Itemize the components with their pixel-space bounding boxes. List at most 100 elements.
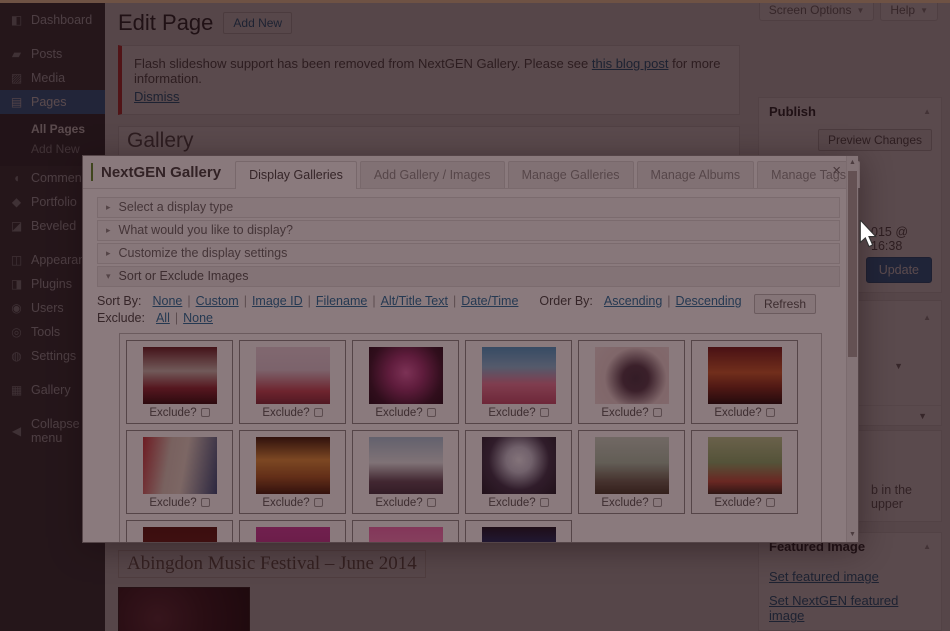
separator: | [453, 294, 456, 308]
separator: | [175, 311, 178, 325]
gallery-image-thumbnail [482, 347, 556, 404]
exclude-label: Exclude: [97, 311, 145, 325]
image-cell: Exclude? [352, 520, 459, 542]
sort-by-filename[interactable]: Filename [316, 294, 367, 308]
modal-tabs: Display GalleriesAdd Gallery / ImagesMan… [235, 160, 860, 188]
image-cell: Exclude? [578, 340, 685, 424]
tab-add-gallery-images[interactable]: Add Gallery / Images [360, 161, 505, 188]
gallery-image-thumbnail [256, 347, 330, 404]
exclude-checkbox[interactable] [653, 498, 662, 507]
image-cell: Exclude? [578, 430, 685, 514]
image-cell: Exclude? [691, 340, 798, 424]
accordion-sort-or-exclude-images[interactable]: ▾Sort or Exclude Images [97, 266, 840, 287]
exclude-question-label: Exclude? [375, 497, 422, 509]
separator: | [244, 294, 247, 308]
exclude-checkbox[interactable] [201, 498, 210, 507]
accordion: ▸ Select a display type ▸ What would you li… [97, 197, 840, 287]
exclude-checkbox[interactable] [201, 408, 210, 417]
tab-display-galleries[interactable]: Display Galleries [235, 161, 357, 189]
exclude-question-label: Exclude? [714, 497, 761, 509]
sort-by-date-time[interactable]: Date/Time [461, 294, 518, 308]
exclude-all[interactable]: All [156, 311, 170, 325]
image-cell: Exclude? [239, 340, 346, 424]
caret-right-icon: ▸ [106, 198, 111, 217]
gallery-image-thumbnail [256, 527, 330, 542]
modal-scrollbar: ▲ ▼ [846, 156, 858, 542]
tab-manage-tags[interactable]: Manage Tags [757, 161, 860, 188]
separator: | [187, 294, 190, 308]
accordion-select-a-display-type[interactable]: ▸ Select a display type [97, 197, 840, 218]
accordion-label: What would you like to display? [119, 221, 293, 240]
gallery-image-thumbnail [595, 437, 669, 494]
exclude-checkbox[interactable] [314, 408, 323, 417]
caret-right-icon: ▸ [106, 221, 111, 240]
mouse-cursor [858, 220, 878, 248]
gallery-image-thumbnail [369, 437, 443, 494]
exclude-control: Exclude? [127, 407, 232, 419]
nextgen-gallery-modal: NextGEN Gallery Display GalleriesAdd Gal… [82, 155, 859, 543]
modal-body: ▸ Select a display type ▸ What would you li… [83, 190, 846, 542]
image-cell: Exclude? [126, 520, 233, 542]
gallery-image-thumbnail [482, 437, 556, 494]
accordion-what-would-you-like-to-display[interactable]: ▸ What would you like to display? [97, 220, 840, 241]
image-cell: Exclude? [352, 430, 459, 514]
exclude-none[interactable]: None [183, 311, 213, 325]
accordion-customize-the-display-settings[interactable]: ▸ Customize the display settings [97, 243, 840, 264]
caret-down-icon: ▾ [106, 267, 111, 286]
sort-by-alt-title-text[interactable]: Alt/Title Text [381, 294, 448, 308]
sort-by-label: Sort By: [97, 294, 141, 308]
image-cell: Exclude? [239, 520, 346, 542]
exclude-checkbox[interactable] [653, 408, 662, 417]
image-cell: Exclude? [465, 430, 572, 514]
gallery-image-thumbnail [256, 437, 330, 494]
tab-manage-albums[interactable]: Manage Albums [637, 161, 755, 188]
separator: | [667, 294, 670, 308]
exclude-control: Exclude? [466, 497, 571, 509]
order-by-label: Order By: [539, 294, 593, 308]
exclude-question-label: Exclude? [488, 497, 535, 509]
separator: | [372, 294, 375, 308]
separator: | [308, 294, 311, 308]
exclude-control: Exclude? [240, 497, 345, 509]
exclude-control: Exclude? [692, 497, 797, 509]
gallery-image-thumbnail [143, 527, 217, 542]
gallery-image-thumbnail [369, 527, 443, 542]
refresh-button[interactable]: Refresh [754, 294, 816, 314]
exclude-control: Exclude? [466, 407, 571, 419]
exclude-checkbox[interactable] [427, 408, 436, 417]
order-by-ascending[interactable]: Ascending [604, 294, 662, 308]
exclude-control: Exclude? [579, 497, 684, 509]
exclude-row: Exclude: All | None [97, 311, 840, 325]
exclude-checkbox[interactable] [314, 498, 323, 507]
top-border-line [0, 0, 950, 3]
sort-by-image-id[interactable]: Image ID [252, 294, 303, 308]
exclude-control: Exclude? [692, 407, 797, 419]
exclude-checkbox[interactable] [540, 408, 549, 417]
image-cell: Exclude? [126, 340, 233, 424]
scroll-up-icon[interactable]: ▲ [847, 156, 858, 170]
gallery-image-thumbnail [595, 347, 669, 404]
tab-manage-galleries[interactable]: Manage Galleries [508, 161, 634, 188]
sort-by-custom[interactable]: Custom [196, 294, 239, 308]
accordion-label: Select a display type [119, 198, 234, 217]
scroll-down-icon[interactable]: ▼ [847, 528, 858, 542]
exclude-checkbox[interactable] [766, 408, 775, 417]
gallery-image-thumbnail [369, 347, 443, 404]
exclude-checkbox[interactable] [540, 498, 549, 507]
caret-right-icon: ▸ [106, 244, 111, 263]
exclude-checkbox[interactable] [766, 498, 775, 507]
image-cell: Exclude? [465, 340, 572, 424]
close-icon[interactable]: × [832, 163, 841, 178]
order-by-descending[interactable]: Descending [676, 294, 742, 308]
sort-by-none[interactable]: None [152, 294, 182, 308]
exclude-question-label: Exclude? [375, 407, 422, 419]
exclude-question-label: Exclude? [601, 407, 648, 419]
accordion-label: Customize the display settings [119, 244, 288, 263]
exclude-question-label: Exclude? [488, 407, 535, 419]
exclude-question-label: Exclude? [601, 497, 648, 509]
image-cell: Exclude? [352, 340, 459, 424]
exclude-checkbox[interactable] [427, 498, 436, 507]
scrollbar-thumb[interactable] [848, 171, 857, 357]
image-cell: Exclude? [126, 430, 233, 514]
exclude-control: Exclude? [353, 497, 458, 509]
